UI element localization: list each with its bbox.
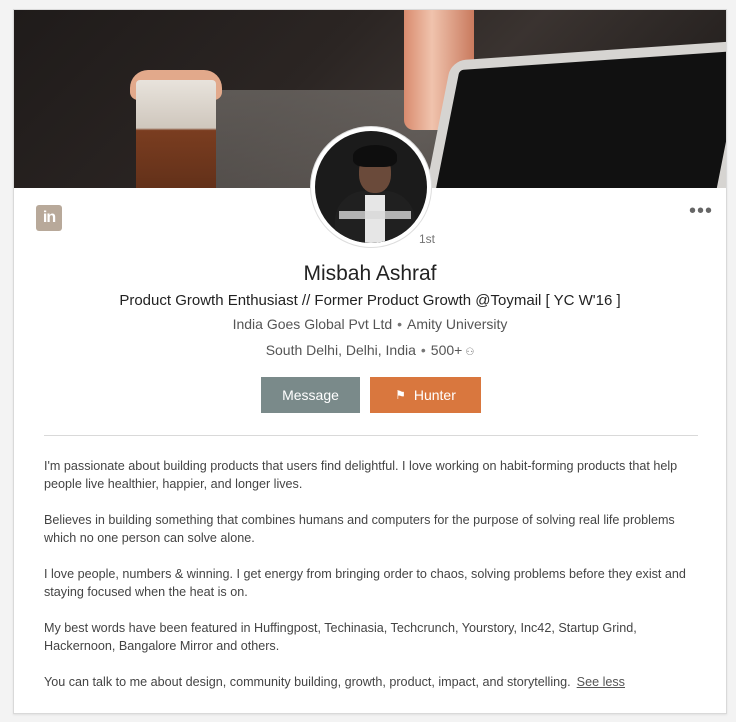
profile-headline: Product Growth Enthusiast // Former Prod… bbox=[119, 292, 621, 309]
location-text: South Delhi, Delhi, India bbox=[265, 342, 416, 358]
separator-dot: • bbox=[397, 316, 403, 332]
connection-degree: 1st bbox=[419, 232, 436, 246]
cover-laptop bbox=[411, 39, 726, 188]
avatar-shirt bbox=[365, 195, 385, 243]
connections-count[interactable]: 500+ bbox=[431, 342, 463, 358]
tag-icon: ⚑ bbox=[395, 388, 406, 402]
summary-paragraph: I'm passionate about building products t… bbox=[44, 459, 678, 491]
company-link[interactable]: India Goes Global Pvt Ltd bbox=[233, 316, 393, 332]
profile-location-row: South Delhi, Delhi, India • 500+ ⚇ bbox=[14, 342, 726, 358]
linkedin-logo-icon: in bbox=[36, 205, 62, 231]
hunter-button[interactable]: ⚑ Hunter bbox=[370, 377, 481, 413]
hunter-button-label: Hunter bbox=[413, 387, 456, 403]
people-icon: ⚇ bbox=[465, 347, 475, 358]
cover-cup bbox=[136, 80, 216, 188]
summary-paragraph: You can talk to me about design, communi… bbox=[44, 675, 571, 689]
avatar-hair bbox=[353, 145, 397, 167]
summary-last-paragraph: You can talk to me about design, communi… bbox=[44, 673, 704, 691]
profile-org: India Goes Global Pvt Ltd • Amity Universi… bbox=[14, 316, 726, 332]
profile-card: 1st in ••• Misbah Ashraf Product Growth … bbox=[13, 9, 727, 714]
summary-paragraph: Believes in building something that comb… bbox=[44, 513, 675, 545]
profile-summary: I'm passionate about building products t… bbox=[44, 457, 704, 709]
see-less-link[interactable]: See less bbox=[577, 675, 625, 689]
message-button[interactable]: Message bbox=[261, 377, 360, 413]
divider bbox=[44, 435, 698, 436]
avatar[interactable] bbox=[311, 127, 431, 247]
summary-paragraph: My best words have been featured in Huff… bbox=[44, 621, 637, 653]
avatar-stripe bbox=[339, 211, 411, 219]
profile-name: Misbah Ashraf bbox=[303, 262, 437, 285]
summary-paragraph: I love people, numbers & winning. I get … bbox=[44, 567, 686, 599]
more-options-icon[interactable]: ••• bbox=[689, 201, 713, 221]
school-link[interactable]: Amity University bbox=[407, 316, 507, 332]
separator-dot: • bbox=[420, 342, 426, 358]
